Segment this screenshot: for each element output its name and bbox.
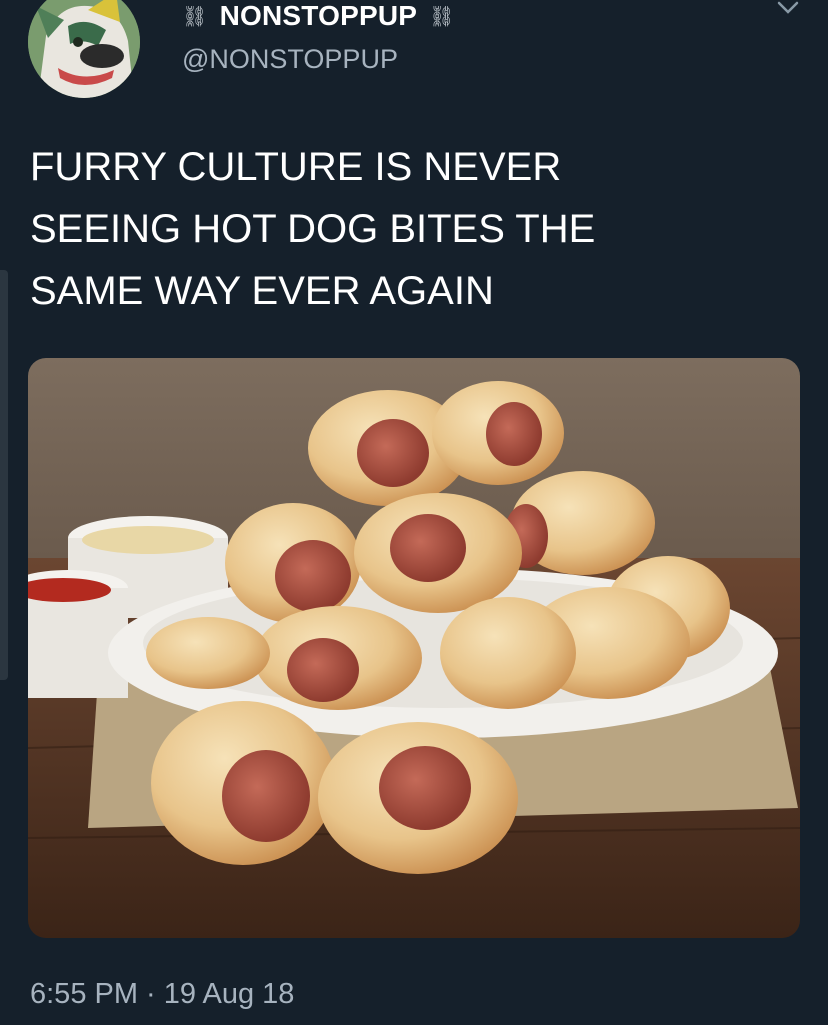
tweet-photo[interactable]: [28, 358, 800, 938]
chain-link-icon: ⛓: [429, 5, 455, 28]
tweet-text: FURRY CULTURE IS NEVER SEEING HOT DOG BI…: [30, 136, 810, 322]
display-name: NONSTOPPUP: [219, 0, 418, 31]
tweet-timestamp[interactable]: 6:55 PM · 19 Aug 18: [30, 978, 294, 1011]
display-name-row[interactable]: ⛓ NONSTOPPUP ⛓: [182, 0, 455, 32]
hot-dog-bites-image: [28, 358, 800, 938]
tweet-text-line: FURRY CULTURE IS NEVER: [30, 145, 562, 189]
avatar[interactable]: [28, 0, 140, 98]
chevron-down-icon[interactable]: [776, 0, 800, 16]
tweet-text-line: SAME WAY EVER AGAIN: [30, 269, 494, 313]
tweet-text-line: SEEING HOT DOG BITES THE: [30, 207, 596, 251]
avatar-wolf-icon: [28, 0, 140, 98]
user-handle[interactable]: @NONSTOPPUP: [182, 44, 398, 75]
chain-link-icon: ⛓: [182, 5, 208, 28]
scroll-indicator: [0, 270, 8, 680]
